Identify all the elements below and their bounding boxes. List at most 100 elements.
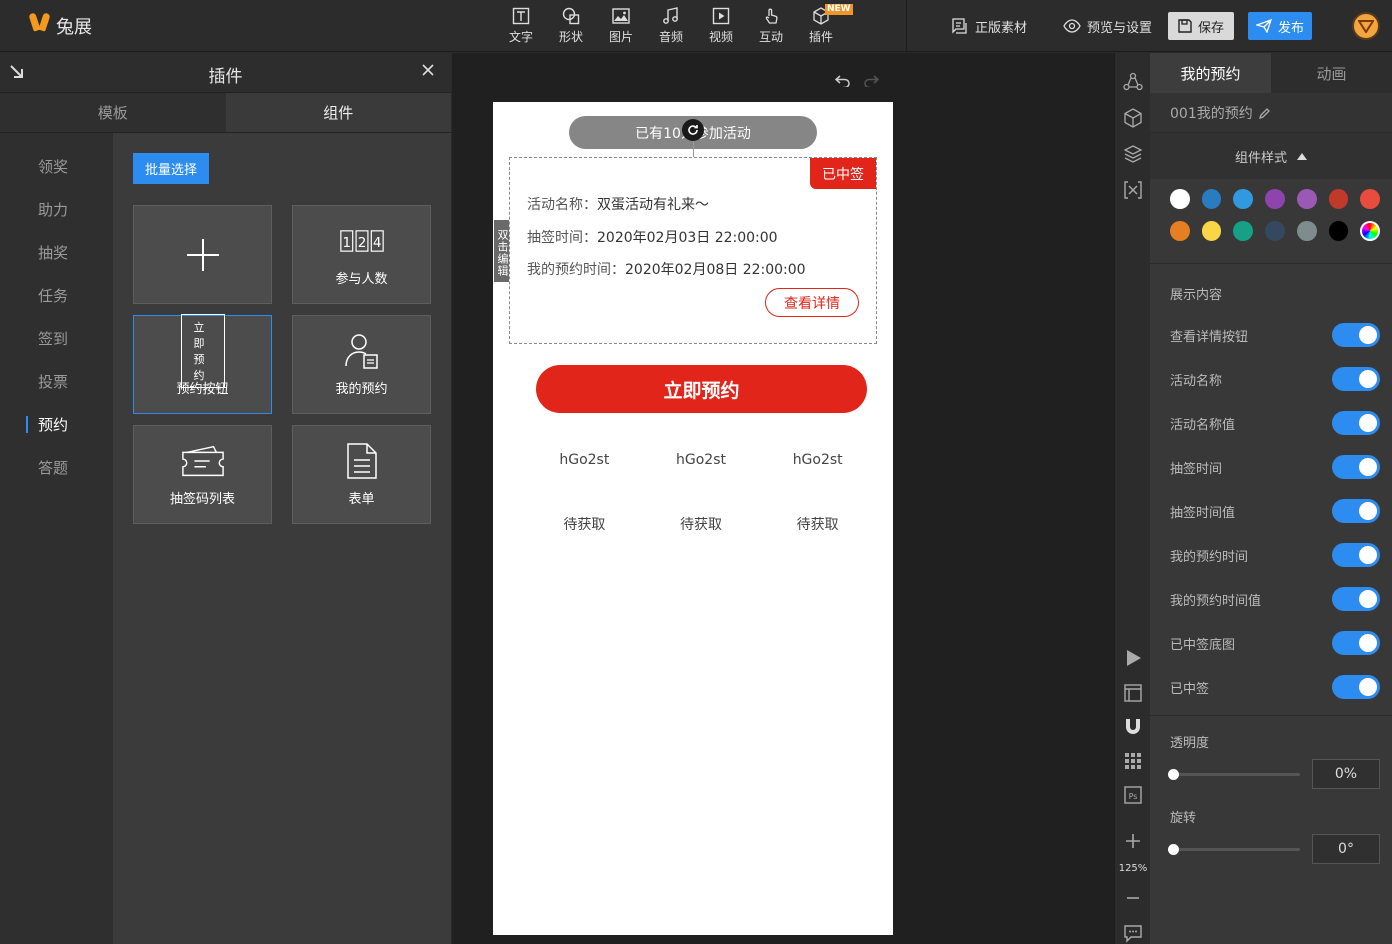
component-style-header[interactable]: 组件样式 (1150, 133, 1392, 179)
draw-code-list-card[interactable]: 抽签码列表 (133, 425, 272, 524)
rotate-handle[interactable] (682, 119, 704, 141)
tab-templates[interactable]: 模板 (0, 93, 226, 132)
add-component-card[interactable] (133, 205, 272, 304)
zoom-out-icon[interactable] (1123, 888, 1143, 908)
nav-item-task[interactable]: 任务 (0, 274, 113, 317)
tool-text[interactable]: 文字 (496, 0, 546, 52)
display-toggle-switch[interactable] (1332, 587, 1380, 611)
display-toggle-switch[interactable] (1332, 367, 1380, 391)
nav-item-assist[interactable]: 助力 (0, 188, 113, 231)
insert-toolbar: 文字 形状 图片 音频 视频 互动 插件 NEW (496, 0, 853, 52)
redo-icon[interactable] (863, 73, 879, 87)
double-click-edit-tag[interactable]: 双击编辑 (494, 220, 509, 282)
nav-item-quiz[interactable]: 答题 (0, 446, 113, 489)
tab-my-reservation[interactable]: 我的预约 (1150, 53, 1271, 93)
display-toggle-switch[interactable] (1332, 675, 1380, 699)
draw-code: hGo2st (559, 452, 610, 468)
tool-interact[interactable]: 互动 (746, 0, 796, 52)
color-swatch[interactable] (1265, 189, 1285, 209)
nav-item-prize[interactable]: 领奖 (0, 145, 113, 188)
color-swatch[interactable] (1201, 221, 1222, 241)
zoom-in-icon[interactable] (1123, 831, 1143, 851)
form-card[interactable]: 表单 (292, 425, 431, 524)
grid-icon[interactable] (1123, 751, 1143, 771)
publish-label: 发布 (1277, 20, 1304, 36)
layers-icon[interactable] (1123, 144, 1143, 164)
reserve-now-button[interactable]: 立即预约 (536, 365, 867, 413)
display-toggle-label: 我的预约时间值 (1170, 593, 1262, 609)
user-avatar[interactable] (1352, 12, 1380, 40)
publish-button[interactable]: 发布 (1247, 12, 1312, 40)
component-name-row[interactable]: 001我的预约 (1150, 93, 1392, 133)
color-swatches (1150, 179, 1392, 257)
tool-image[interactable]: 图片 (596, 0, 646, 52)
rotation-slider-knob[interactable] (1168, 843, 1179, 855)
variable-icon[interactable] (1123, 180, 1143, 200)
assets-link[interactable]: 正版素材 (951, 17, 1027, 36)
rotation-slider[interactable] (1168, 843, 1300, 855)
chat-icon[interactable] (1123, 923, 1143, 943)
opacity-slider-knob[interactable] (1168, 768, 1179, 780)
activity-name-value: 双蛋活动有礼来～ (597, 197, 709, 213)
tool-audio[interactable]: 音频 (646, 0, 696, 52)
component-cube-icon[interactable] (1123, 108, 1143, 128)
my-reservation-card[interactable]: 我的预约 (292, 315, 431, 414)
batch-select-button[interactable]: 批量选择 (133, 153, 209, 184)
color-swatch[interactable] (1328, 189, 1349, 209)
color-swatch[interactable] (1296, 221, 1317, 241)
participant-count-card[interactable]: 1 2 4 参与人数 (292, 205, 431, 304)
network-icon[interactable] (1123, 72, 1143, 92)
color-swatch[interactable] (1360, 189, 1381, 209)
rotation-input[interactable]: 0° (1312, 834, 1380, 864)
rotate-icon (688, 125, 698, 135)
tool-plugin[interactable]: 插件 NEW (796, 0, 853, 52)
display-toggle-switch[interactable] (1332, 455, 1380, 479)
preview-settings-link[interactable]: 预览与设置 (1063, 17, 1152, 36)
reserve-button-card[interactable]: 立即预约 预约按钮 (133, 314, 272, 414)
color-swatch[interactable] (1296, 189, 1317, 209)
divider (1150, 715, 1392, 716)
psd-import-icon[interactable]: Ps (1123, 785, 1143, 805)
display-toggle-switch[interactable] (1332, 323, 1380, 347)
tab-components[interactable]: 组件 (225, 93, 451, 132)
swatch-row (1170, 189, 1381, 209)
magnet-icon[interactable] (1123, 717, 1143, 737)
color-swatch[interactable] (1201, 189, 1222, 209)
video-icon (712, 7, 730, 25)
color-swatch[interactable] (1170, 221, 1190, 241)
view-details-button[interactable]: 查看详情 (765, 288, 859, 317)
opacity-input[interactable]: 0% (1312, 759, 1380, 789)
tab-animation[interactable]: 动画 (1271, 53, 1392, 93)
nav-item-reservation[interactable]: 预约 (0, 403, 113, 446)
undo-icon[interactable] (835, 73, 851, 87)
color-swatch[interactable] (1233, 221, 1254, 241)
rabbit-logo-icon (28, 11, 52, 41)
pencil-icon[interactable] (1258, 107, 1271, 119)
opacity-slider[interactable] (1168, 768, 1300, 780)
display-toggle-switch[interactable] (1332, 631, 1380, 655)
rotation-control: 旋转 0° (1150, 807, 1392, 864)
nav-item-checkin[interactable]: 签到 (0, 317, 113, 360)
nav-item-lottery[interactable]: 抽奖 (0, 231, 113, 274)
save-button[interactable]: 保存 (1167, 12, 1234, 40)
display-toggle-switch[interactable] (1332, 411, 1380, 435)
display-toggle-switch[interactable] (1332, 499, 1380, 523)
nav-item-vote[interactable]: 投票 (0, 360, 113, 403)
display-toggle-label: 抽签时间值 (1170, 505, 1236, 521)
eye-icon (1063, 19, 1081, 33)
color-swatch[interactable] (1265, 221, 1285, 241)
color-swatch[interactable] (1328, 221, 1349, 241)
page-frame-icon[interactable] (1123, 683, 1143, 703)
my-reservation-component[interactable]: 双击编辑 已中签 活动名称：双蛋活动有礼来～ 抽签时间：2020年02月03日 … (494, 157, 877, 344)
app-logo[interactable]: 兔展 (28, 8, 92, 44)
custom-color-picker[interactable] (1360, 221, 1380, 241)
display-toggle-switch[interactable] (1332, 543, 1380, 567)
tool-video[interactable]: 视频 (696, 0, 746, 52)
play-icon[interactable] (1123, 648, 1143, 668)
color-swatch[interactable] (1170, 189, 1190, 209)
display-toggle-label: 查看详情按钮 (1170, 329, 1249, 345)
color-swatch[interactable] (1233, 189, 1254, 209)
phone-page[interactable]: 已有10人参加活动 双击编辑 已中签 活动名称：双蛋活动有礼来～ 抽签时间：20… (493, 102, 893, 935)
close-icon[interactable] (421, 63, 435, 77)
tool-shape[interactable]: 形状 (546, 0, 596, 52)
